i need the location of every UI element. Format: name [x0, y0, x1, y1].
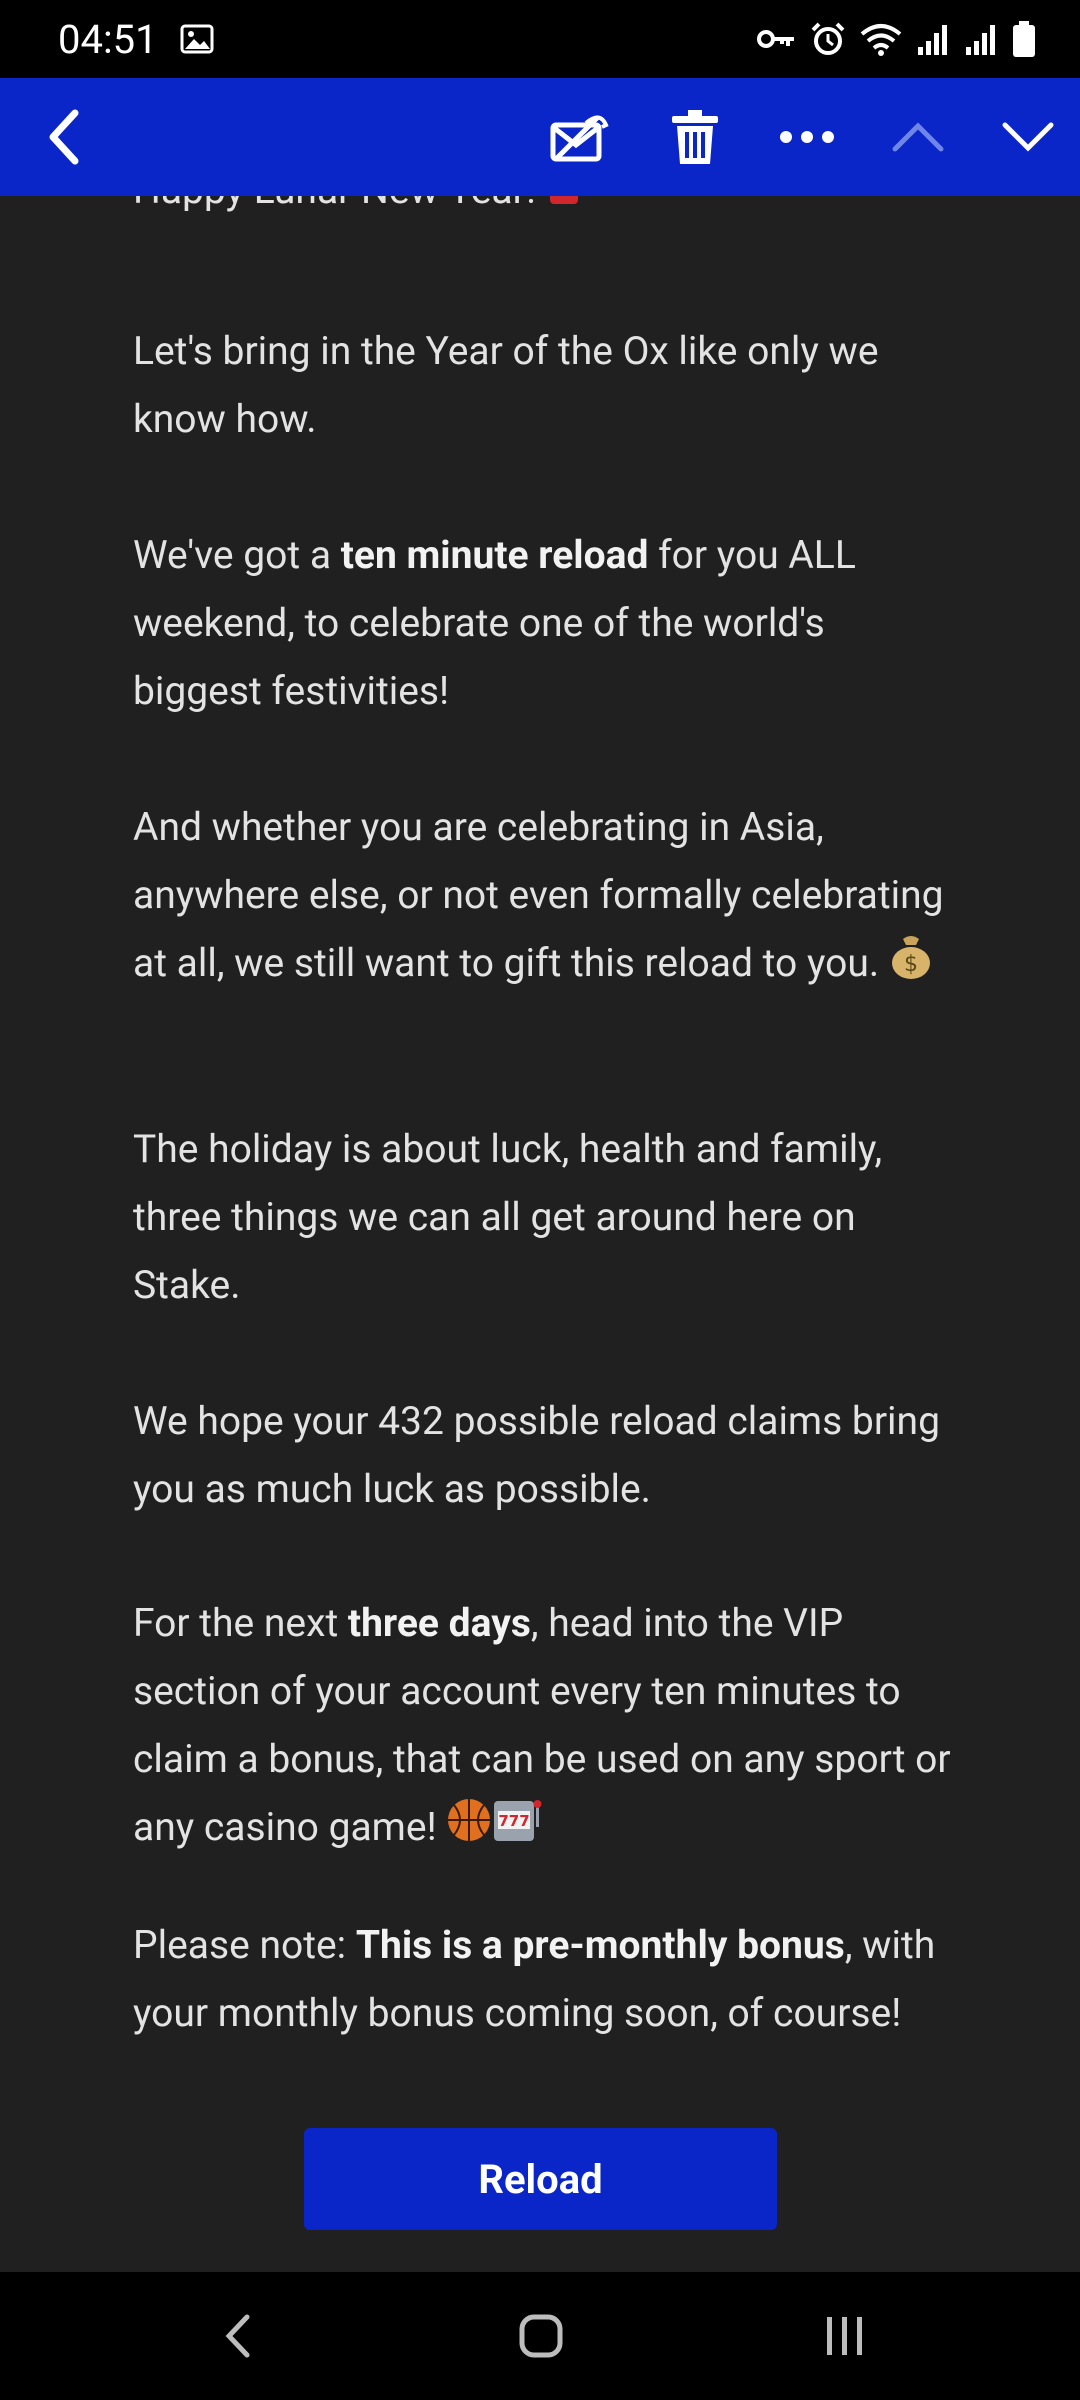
partial-greeting-line: Happy Lunar New Year! [133, 196, 953, 227]
p6-text-a: For the next [133, 1600, 348, 1646]
p7-bold: This is a pre-monthly bonus [355, 1922, 845, 1968]
paragraph-5: We hope your 432 possible reload claims … [133, 1398, 940, 1512]
slot-machine-emoji-icon: 777 [492, 1796, 542, 1864]
system-navigation-bar [0, 2272, 1080, 2400]
more-dots-icon [780, 131, 834, 143]
nav-recents-button[interactable] [785, 2272, 905, 2400]
p7-text-a: Please note: [133, 1922, 356, 1968]
chevron-down-icon [1002, 122, 1054, 152]
basketball-emoji-icon [446, 1796, 492, 1864]
battery-icon [1012, 21, 1036, 57]
nav-home-button[interactable] [481, 2272, 601, 2400]
nav-recents-icon [827, 2317, 862, 2355]
paragraph-4: The holiday is about luck, health and fa… [133, 1126, 883, 1308]
mark-unread-button[interactable] [540, 78, 620, 196]
nav-home-icon [519, 2314, 563, 2358]
money-bag-emoji-icon: $ [889, 932, 933, 1000]
p3-text: And whether you are celebrating in Asia,… [133, 804, 944, 986]
signal-strength-icon-2 [964, 23, 998, 55]
alarm-icon [810, 21, 846, 57]
signal-strength-icon-1 [916, 23, 950, 55]
delete-button[interactable] [655, 78, 735, 196]
p6-bold: three days [347, 1600, 531, 1646]
chevron-up-icon [892, 122, 944, 152]
p2-text-a: We've got a [133, 532, 341, 578]
wifi-icon [860, 22, 902, 56]
email-toolbar [0, 78, 1080, 196]
paragraph-3: And whether you are celebrating in Asia,… [133, 793, 953, 1000]
clock: 04:51 [58, 15, 158, 63]
p2-bold: ten minute reload [340, 532, 649, 578]
mark-unread-icon [550, 115, 609, 162]
reload-button[interactable]: Reload [304, 2128, 777, 2230]
paragraph-1: Let's bring in the Year of the Ox like o… [133, 328, 879, 442]
paragraph-6: For the next three days, head into the V… [133, 1589, 953, 1864]
nav-back-icon [225, 2314, 250, 2358]
back-button[interactable] [24, 78, 104, 196]
trash-icon [672, 110, 718, 164]
more-options-button[interactable] [767, 78, 847, 196]
gallery-notification-icon [180, 24, 214, 54]
email-body: Happy Lunar New Year! Let's bring in the… [0, 196, 1080, 2272]
svg-text:777: 777 [499, 1812, 530, 1830]
red-envelope-emoji-icon [546, 196, 582, 227]
paragraph-2: We've got a ten minute reload for you AL… [133, 521, 953, 725]
paragraph-7: Please note: This is a pre-monthly bonus… [133, 1911, 953, 2047]
back-arrow-icon [49, 109, 79, 165]
svg-text:$: $ [904, 952, 918, 977]
vpn-key-icon [756, 27, 796, 51]
next-email-button[interactable] [988, 78, 1068, 196]
greeting-text: Happy Lunar New Year! [133, 196, 536, 213]
previous-email-button[interactable] [878, 78, 958, 196]
status-bar: 04:51 [0, 0, 1080, 78]
nav-back-button[interactable] [178, 2272, 298, 2400]
